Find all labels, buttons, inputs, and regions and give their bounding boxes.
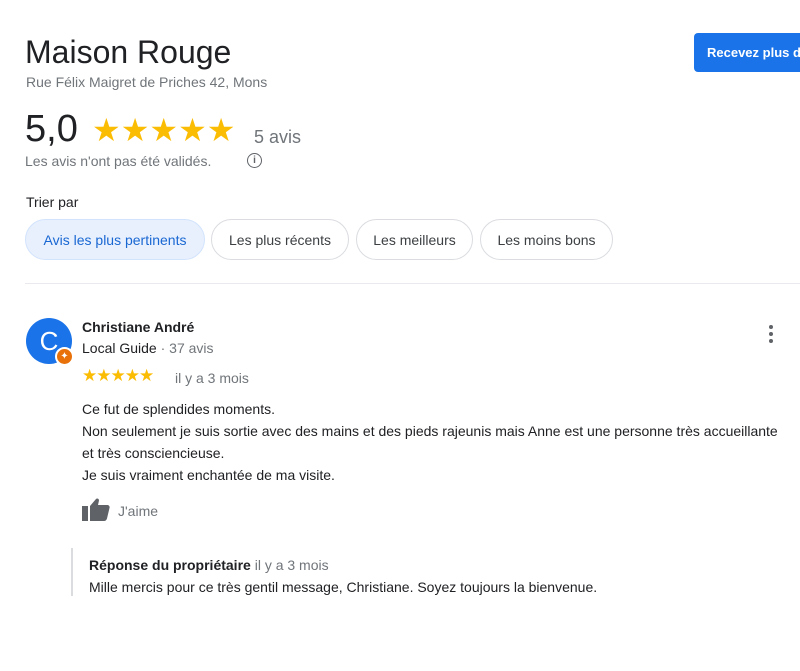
like-label[interactable]: J'aime — [118, 503, 158, 519]
reviewer-meta: Local Guide · 37 avis — [82, 340, 214, 356]
local-guide-badge-icon: ✦ — [55, 347, 74, 366]
rating-stars: ★★★★★ — [92, 112, 236, 148]
sort-chip-worst[interactable]: Les moins bons — [480, 219, 613, 260]
info-icon[interactable]: i — [247, 153, 262, 168]
menu-dot — [769, 332, 773, 336]
business-address: Rue Félix Maigret de Priches 42, Mons — [26, 74, 268, 90]
review-line: Ce fut de splendides moments. — [82, 401, 275, 417]
more-vert-icon[interactable] — [764, 322, 778, 348]
menu-dot — [769, 339, 773, 343]
sort-label: Trier par — [26, 194, 79, 210]
owner-reply-header: Réponse du propriétaire il y a 3 mois — [89, 557, 329, 573]
owner-reply-time: il y a 3 mois — [250, 557, 329, 573]
owner-reply-label: Réponse du propriétaire — [89, 557, 251, 573]
thumbs-up-icon[interactable] — [82, 497, 110, 521]
sort-chip-relevant[interactable]: Avis les plus pertinents — [25, 219, 205, 260]
get-more-reviews-button[interactable]: Recevez plus d'avis — [694, 33, 800, 72]
rating-score: 5,0 — [25, 108, 78, 150]
divider — [25, 283, 800, 284]
reply-bar — [71, 548, 73, 596]
local-guide-label: Local Guide — [82, 340, 157, 356]
unverified-notice: Les avis n'ont pas été validés. — [25, 153, 212, 169]
menu-dot — [769, 325, 773, 329]
review-stars: ★★★★★ — [82, 366, 154, 385]
review-text: Ce fut de splendides moments. Non seulem… — [82, 398, 792, 486]
owner-reply-text: Mille mercis pour ce très gentil message… — [89, 579, 598, 595]
business-name: Maison Rouge — [25, 34, 232, 70]
review-count: 5 avis — [254, 127, 302, 147]
reviewer-name[interactable]: Christiane André — [82, 319, 194, 335]
sort-chip-best[interactable]: Les meilleurs — [356, 219, 473, 260]
review-line: Je suis vraiment enchantée de ma visite. — [82, 467, 335, 483]
sort-chip-recent[interactable]: Les plus récents — [211, 219, 349, 260]
review-line: Non seulement je suis sortie avec des ma… — [82, 423, 778, 461]
review-time: il y a 3 mois — [175, 370, 249, 386]
reviewer-review-count: · 37 avis — [156, 340, 214, 356]
